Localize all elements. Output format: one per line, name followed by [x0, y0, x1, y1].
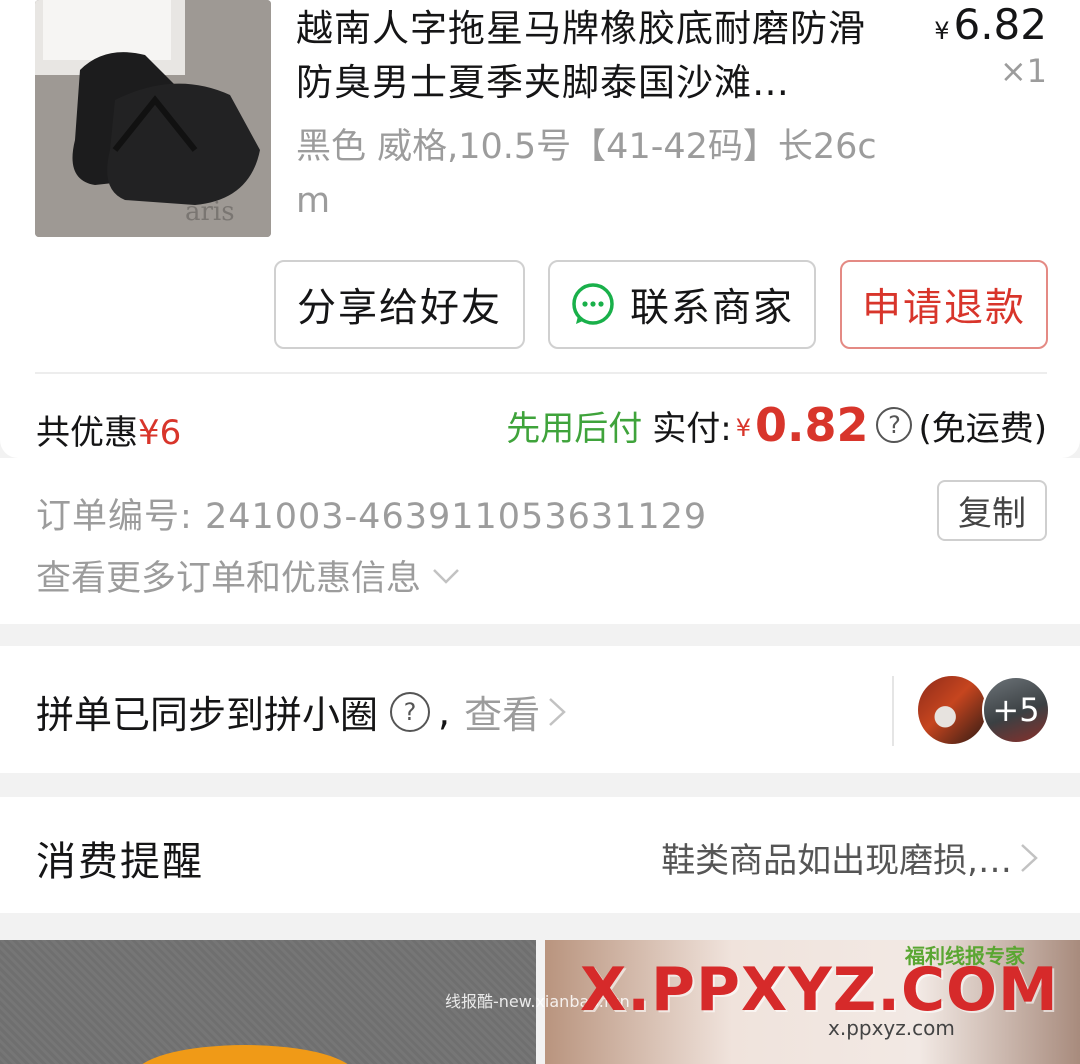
price-symbol: ¥	[934, 17, 950, 45]
product-price: ¥6.82	[934, 0, 1047, 56]
divider	[892, 676, 894, 746]
thumbnail-text: aris	[185, 197, 235, 227]
saving-amount: ¥6	[138, 413, 182, 453]
order-number: 订单编号: 241003-463911053631129	[36, 488, 707, 539]
share-label: 分享给好友	[296, 285, 502, 331]
discount-total: 共优惠¥6	[36, 405, 181, 454]
product-quantity: ×1	[999, 52, 1047, 90]
avatar[interactable]	[918, 676, 986, 744]
avatar-more-count[interactable]: +5	[982, 676, 1050, 744]
group-sync-text: 拼单已同步到拼小圈 ? , 查看	[36, 684, 570, 739]
chat-icon	[572, 282, 614, 325]
pay-later-label: 先用后付	[506, 408, 643, 449]
saving-label: 共优惠	[36, 413, 138, 453]
contact-seller-button[interactable]: 联系商家	[548, 260, 816, 349]
group-sync-label: 拼单已同步到拼小圈	[36, 693, 379, 737]
order-info-section: 订单编号: 241003-463911053631129 复制 查看更多订单和优…	[0, 458, 1080, 624]
watermark-badge: 福利线报专家	[905, 944, 1025, 968]
more-label: 查看更多订单和优惠信息	[36, 559, 422, 599]
product-shape	[135, 1045, 355, 1064]
contact-label: 联系商家	[629, 285, 794, 331]
order-number-value: 241003-463911053631129	[204, 497, 708, 537]
copy-button[interactable]: 复制	[937, 480, 1047, 541]
more-order-info-toggle[interactable]: 查看更多订单和优惠信息	[36, 550, 461, 601]
help-icon[interactable]: ?	[876, 407, 913, 443]
separator: ,	[438, 689, 451, 734]
paid-symbol: ¥	[735, 414, 751, 442]
divider	[35, 372, 1047, 374]
reminder-summary: 鞋类商品如出现磨损,…	[661, 841, 1012, 881]
refund-label: 申请退款	[861, 285, 1026, 331]
consumer-reminder-row[interactable]: 消费提醒 鞋类商品如出现磨损,…	[0, 797, 1080, 913]
share-button[interactable]: 分享给好友	[274, 260, 525, 349]
price-value: 6.82	[953, 0, 1047, 49]
chevron-right-icon	[549, 697, 566, 726]
product-thumbnail[interactable]: aris	[35, 0, 271, 237]
product-title[interactable]: 越南人字拖星马牌橡胶底耐磨防滑防臭男士夏季夹脚泰国沙滩…	[296, 2, 876, 110]
copy-label: 复制	[958, 494, 1026, 534]
shipping-note: (免运费)	[918, 408, 1047, 449]
order-card: aris 越南人字拖星马牌橡胶底耐磨防滑防臭男士夏季夹脚泰国沙滩… ¥6.82 …	[0, 0, 1080, 458]
reminder-text: 鞋类商品如出现磨损,…	[661, 833, 1042, 882]
watermark-url: x.ppxyz.com	[828, 1016, 955, 1040]
refund-button[interactable]: 申请退款	[840, 260, 1048, 349]
chevron-down-icon	[433, 568, 459, 584]
extra-count: +5	[992, 691, 1040, 729]
paid-summary: 先用后付 实付: ¥ 0.82 ? (免运费)	[506, 398, 1047, 452]
group-sync-row[interactable]: 拼单已同步到拼小圈 ? , 查看 +5	[0, 646, 1080, 773]
paid-amount: 0.82	[754, 398, 869, 452]
product-spec: 黑色 威格,10.5号【41-42码】长26cm	[296, 127, 877, 221]
order-number-label: 订单编号:	[36, 497, 193, 537]
chevron-right-icon	[1021, 843, 1038, 872]
paid-label: 实付:	[652, 408, 732, 449]
help-icon[interactable]: ?	[390, 691, 431, 732]
reminder-title: 消费提醒	[36, 839, 204, 885]
view-link[interactable]: 查看	[464, 684, 540, 739]
